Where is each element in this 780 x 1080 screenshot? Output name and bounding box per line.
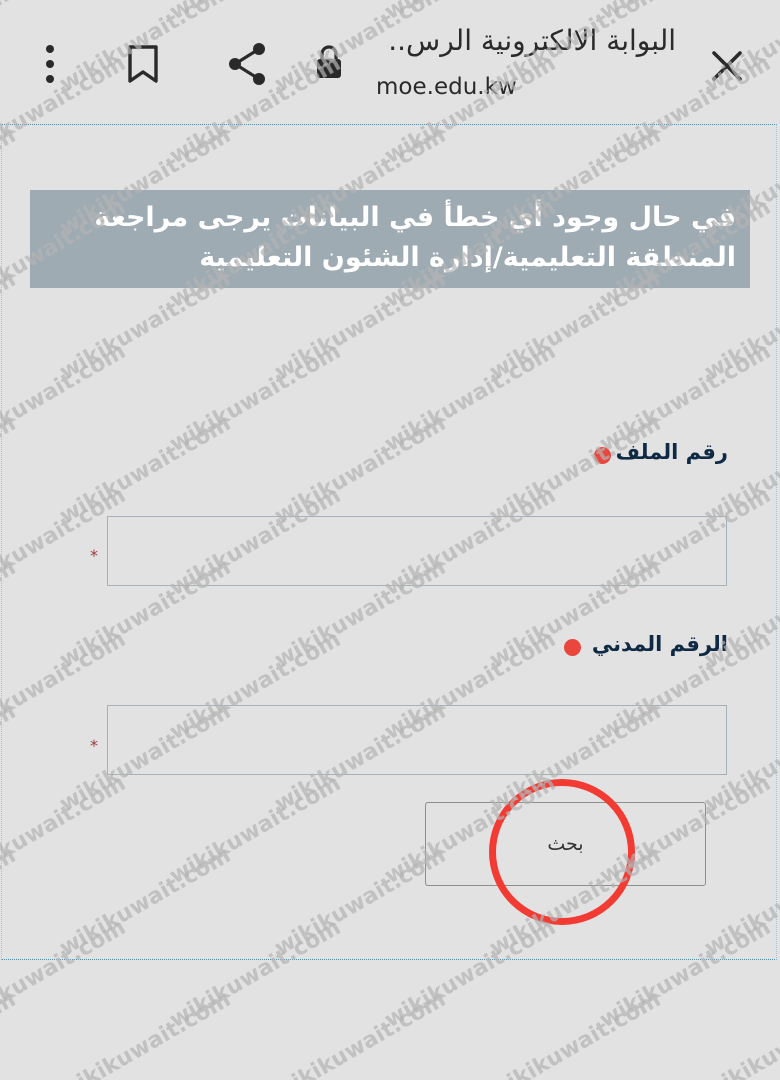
civil-id-bullet xyxy=(564,639,581,656)
watermark-text: wikikuwait.com xyxy=(701,987,780,1080)
close-icon[interactable] xyxy=(706,45,748,87)
page-url[interactable]: moe.edu.kw xyxy=(376,74,517,100)
civil-id-label: الرقم المدني xyxy=(591,632,728,656)
more-vert-icon[interactable] xyxy=(40,44,60,84)
civil-id-required-mark: * xyxy=(90,736,98,755)
search-button[interactable]: بحث xyxy=(425,802,706,886)
file-number-required-mark: * xyxy=(90,546,98,565)
civil-id-input[interactable] xyxy=(107,705,727,775)
notice-banner: في حال وجود أي خطأ في البيانات يرجى مراج… xyxy=(30,190,750,288)
share-icon[interactable] xyxy=(225,41,271,87)
lock-icon[interactable] xyxy=(314,44,344,80)
bookmark-icon[interactable] xyxy=(126,44,160,84)
browser-toolbar: البوابة الالكترونية الرس.. moe.edu.kw xyxy=(0,0,780,120)
file-number-bullet xyxy=(594,447,611,464)
notice-line-1: في حال وجود أي خطأ في البيانات يرجى مراج… xyxy=(94,202,736,233)
page-title[interactable]: البوابة الالكترونية الرس.. xyxy=(346,24,676,57)
watermark-text: wikikuwait.com xyxy=(56,987,236,1080)
file-number-label: رقم الملف xyxy=(615,440,728,464)
watermark-text: wikikuwait.com xyxy=(486,987,666,1080)
watermark-text: wikikuwait.com xyxy=(0,987,20,1080)
file-number-input[interactable] xyxy=(107,516,727,586)
notice-line-2: المنطقة التعليمية/إدارة الشئون التعليمية xyxy=(199,242,736,273)
watermark-text: wikikuwait.com xyxy=(271,987,451,1080)
